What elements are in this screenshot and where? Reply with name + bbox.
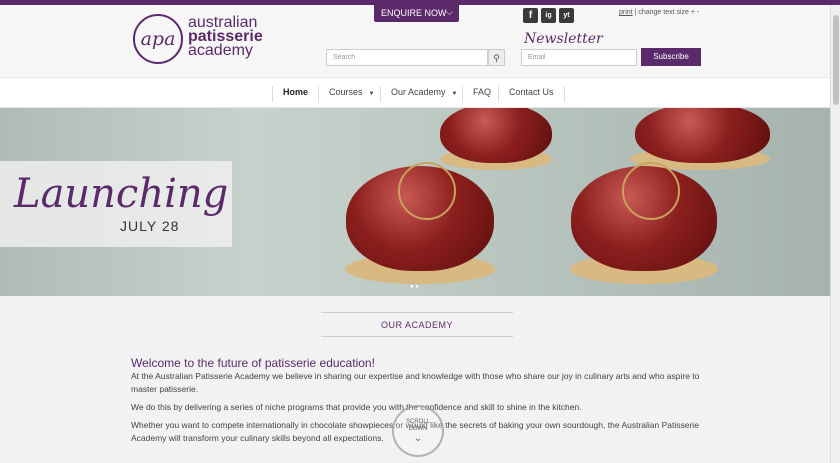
intro-paragraph-1: At the Australian Patisserie Academy we …	[131, 371, 700, 394]
chevron-down-icon: ⌵	[446, 7, 453, 17]
nav-item-contact[interactable]: Contact Us	[498, 86, 565, 102]
gold-ring-decoration	[622, 162, 680, 220]
nav-label: FAQ	[473, 87, 492, 97]
enquire-now-button[interactable]: ENQUIRE NOW ⌵	[374, 5, 459, 22]
youtube-icon[interactable]: yt	[559, 8, 574, 23]
logo-line-3: academy	[188, 42, 253, 59]
print-text-size-row: print | change text size + -	[619, 9, 699, 16]
nav-item-our-academy[interactable]: Our Academy ▼	[380, 86, 467, 102]
nav-label: Home	[283, 87, 309, 97]
logo-mark-text: apa	[140, 28, 176, 50]
nav-label: Contact Us	[509, 87, 554, 97]
header: apa australian patisserie academy ENQUIR…	[0, 5, 830, 77]
newsletter-heading: Newsletter	[524, 31, 603, 47]
instagram-icon[interactable]: ig	[541, 8, 556, 23]
launch-title: Launching	[14, 171, 229, 217]
enquire-label: ENQUIRE NOW	[381, 8, 447, 18]
scrollbar-thumb[interactable]	[833, 15, 839, 105]
nav-label: Courses	[329, 87, 363, 97]
facebook-icon[interactable]: f	[523, 8, 538, 23]
caret-down-icon: ▼	[451, 91, 458, 97]
scroll-down-button[interactable]: SCROLL DOWN ⌄	[392, 405, 444, 457]
nav-item-courses[interactable]: Courses ▼	[318, 86, 384, 102]
text-size-controls[interactable]: | change text size + -	[633, 9, 700, 16]
slider-dots[interactable]: ● ●	[410, 284, 419, 290]
search-icon[interactable]: ⚲	[488, 49, 505, 66]
search-input[interactable]: Search	[326, 49, 488, 66]
scrollbar[interactable]	[830, 5, 840, 463]
main-nav: Home Courses ▼ Our Academy ▼ FAQ Contact U…	[0, 77, 830, 108]
welcome-heading: Welcome to the future of patisserie educ…	[131, 356, 375, 370]
page: apa australian patisserie academy ENQUIR…	[0, 5, 830, 463]
gold-ring-decoration	[398, 162, 456, 220]
subscribe-button[interactable]: Subscribe	[641, 48, 701, 66]
print-link[interactable]: print	[619, 9, 633, 16]
nav-item-faq[interactable]: FAQ	[462, 86, 501, 102]
caret-down-icon: ▼	[368, 91, 375, 97]
chevron-down-icon: ⌄	[413, 433, 423, 444]
nav-label: Our Academy	[391, 87, 446, 97]
nav-item-home[interactable]: Home	[272, 86, 318, 102]
cake-image	[440, 108, 552, 163]
cake-image	[635, 108, 770, 163]
logo-wordmark[interactable]: australian patisserie academy	[188, 15, 263, 59]
scroll-label-2: DOWN	[408, 426, 428, 432]
hero-banner: Launching JULY 28 ● ●	[0, 108, 830, 296]
logo-mark[interactable]: apa	[133, 14, 183, 64]
launch-date: JULY 28	[120, 218, 180, 234]
scroll-label-1: SCROLL	[405, 419, 430, 425]
email-field[interactable]: Email	[521, 49, 637, 66]
launch-panel: Launching JULY 28	[0, 161, 232, 247]
section-title: OUR ACADEMY	[321, 312, 513, 337]
